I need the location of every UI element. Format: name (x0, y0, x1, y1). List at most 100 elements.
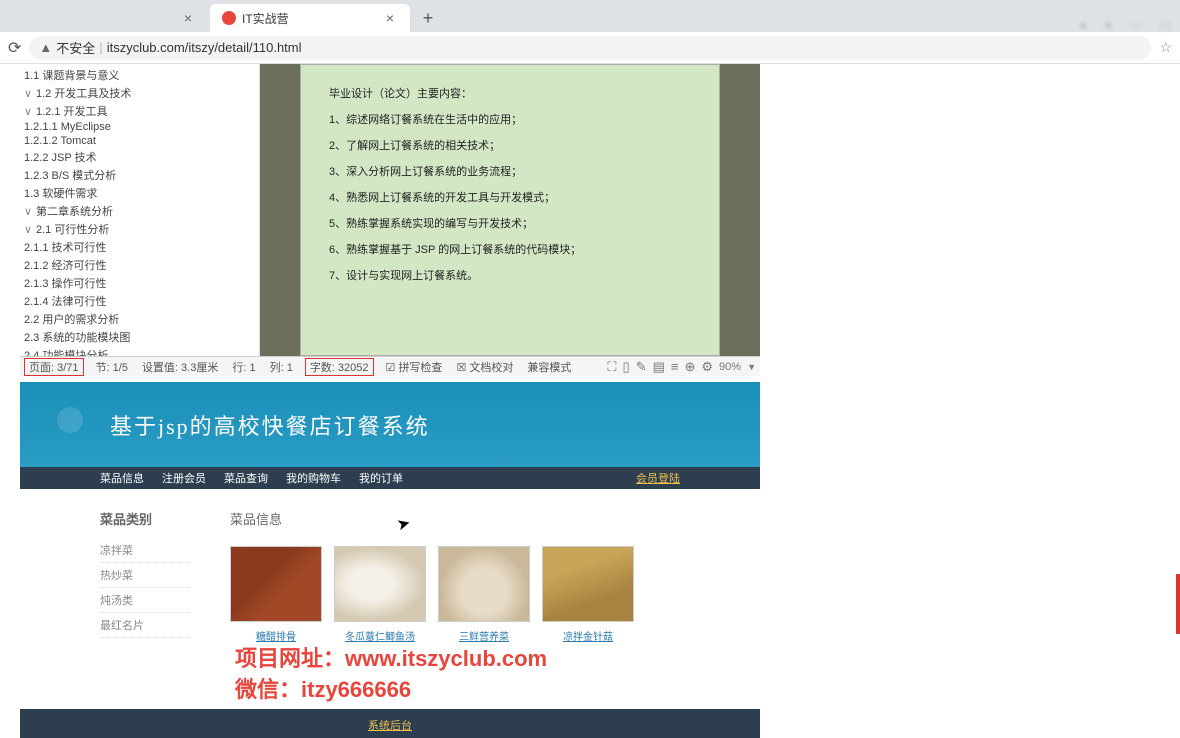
outline-item[interactable]: ∨2.1 可行性分析 (20, 220, 259, 238)
outline-label: 2.1.1 技术可行性 (24, 242, 107, 254)
page-content: 1.1 课题背景与意义∨1.2 开发工具及技术∨1.2.1 开发工具1.2.1.… (0, 64, 1180, 738)
tab-title: IT实战营 (242, 10, 289, 27)
close-icon[interactable]: × (382, 10, 398, 26)
outline-item[interactable]: 1.2.3 B/S 模式分析 (20, 166, 259, 184)
separator: | (99, 40, 102, 55)
control-icon[interactable]: ● (1080, 18, 1087, 32)
maximize-icon[interactable]: ◻ (1160, 18, 1170, 32)
admin-link[interactable]: 系统后台 (368, 717, 412, 733)
outline-label: 2.4 功能模块分析 (24, 350, 108, 356)
document-area[interactable]: 毕业设计（论文）主要内容： 1、综述网络订餐系统在生活中的应用； 2、了解网上订餐系… (260, 64, 760, 356)
category-title: 菜品类别 (100, 509, 190, 528)
tab-favicon-icon (222, 11, 236, 25)
col-indicator: 列: 1 (268, 359, 295, 375)
view-icon[interactable]: ▯ (623, 359, 630, 375)
tab-active[interactable]: IT实战营 × (210, 4, 410, 32)
food-link[interactable]: 冬瓜薏仁鲫鱼汤 (334, 628, 426, 643)
nav-link[interactable]: 菜品查询 (224, 470, 268, 486)
settings-icon[interactable]: ⚙ (701, 359, 713, 375)
nav-link[interactable]: 我的订单 (359, 470, 403, 486)
outline-item[interactable]: 1.2.1.2 Tomcat (20, 134, 259, 148)
food-link[interactable]: 凉拌金针菇 (542, 628, 634, 643)
outline-item[interactable]: 2.3 系统的功能模块图 (20, 328, 259, 346)
outline-item[interactable]: 2.1.4 法律可行性 (20, 292, 259, 310)
fullscreen-icon[interactable]: ⛶ (607, 359, 616, 375)
nav-link[interactable]: 菜品信息 (100, 470, 144, 486)
control-icon[interactable]: ● (1105, 18, 1112, 32)
layout-icon[interactable]: ≡ (671, 359, 679, 374)
edit-icon[interactable]: ✎ (636, 359, 647, 375)
outline-item[interactable]: 1.3 软硬件需求 (20, 184, 259, 202)
food-image[interactable] (230, 546, 322, 622)
site-banner: 基于jsp的高校快餐店订餐系统 (20, 382, 760, 467)
proofread[interactable]: ☒ 文档校对 (454, 359, 515, 375)
web-icon[interactable]: ⊕ (684, 359, 695, 375)
site-main: 项目网址：www.itszyclub.com 微信：itzy666666 菜品类… (20, 489, 760, 709)
website-preview: 基于jsp的高校快餐店订餐系统 菜品信息 注册会员 菜品查询 我的购物车 我的订单 会员登… (20, 382, 760, 738)
outline-item[interactable]: 2.2 用户的需求分析 (20, 310, 259, 328)
status-bar: 页面: 3/71 节: 1/5 设置值: 3.3厘米 行: 1 列: 1 字数:… (20, 356, 760, 376)
site-title: 基于jsp的高校快餐店订餐系统 (110, 409, 430, 441)
url-text: itszyclub.com/itszy/detail/110.html (107, 40, 302, 55)
outline-item[interactable]: 1.1 课题背景与意义 (20, 66, 259, 84)
zoom-level[interactable]: 90% (719, 361, 741, 373)
section-indicator: 节: 1/5 (94, 359, 130, 375)
outline-item[interactable]: 2.1.3 操作可行性 (20, 274, 259, 292)
outline-label: 2.2 用户的需求分析 (24, 314, 119, 326)
doc-line: 2、了解网上订餐系统的相关技术； (329, 135, 691, 157)
foods-section: 菜品信息 糖醋排骨冬瓜薏仁鲫鱼汤三鲜营养菜凉拌金针菇 (230, 509, 680, 679)
outline-label: 1.2.2 JSP 技术 (24, 152, 97, 164)
outline-panel[interactable]: 1.1 课题背景与意义∨1.2 开发工具及技术∨1.2.1 开发工具1.2.1.… (20, 64, 260, 356)
food-card: 三鲜营养菜 (438, 546, 530, 643)
outline-label: 1.2.1 开发工具 (36, 106, 108, 118)
doc-line: 1、综述网络订餐系统在生活中的应用； (329, 109, 691, 131)
new-tab-button[interactable]: + (416, 6, 440, 30)
outline-item[interactable]: 1.2.2 JSP 技术 (20, 148, 259, 166)
minimize-icon[interactable]: — (1130, 18, 1142, 32)
document-page: 毕业设计（论文）主要内容： 1、综述网络订餐系统在生活中的应用； 2、了解网上订餐系… (300, 64, 720, 356)
tab-inactive[interactable]: × (8, 4, 208, 32)
food-image[interactable] (542, 546, 634, 622)
outline-item[interactable]: 2.1.2 经济可行性 (20, 256, 259, 274)
outline-item[interactable]: 2.1.1 技术可行性 (20, 238, 259, 256)
doc-line: 毕业设计（论文）主要内容： (329, 83, 691, 105)
outline-label: 1.2.1.1 MyEclipse (24, 121, 111, 133)
outline-item[interactable]: 1.2.1.1 MyEclipse (20, 120, 259, 134)
category-item[interactable]: 热炒菜 (100, 563, 190, 588)
outline-item[interactable]: 2.4 功能模块分析 (20, 346, 259, 356)
chevron-down-icon[interactable]: ∨ (24, 223, 34, 236)
doc-line: 3、深入分析网上订餐系统的业务流程； (329, 161, 691, 183)
chevron-down-icon[interactable]: ∨ (24, 105, 34, 118)
outline-label: 2.3 系统的功能模块图 (24, 332, 130, 344)
food-link[interactable]: 糖醋排骨 (230, 628, 322, 643)
window-controls: ● ● — ◻ (1080, 18, 1180, 32)
outline-item[interactable]: ∨第二章系统分析 (20, 202, 259, 220)
word-count[interactable]: 字数: 32052 (305, 358, 374, 376)
outline-item[interactable]: ∨1.2.1 开发工具 (20, 102, 259, 120)
outline-label: 1.2 开发工具及技术 (36, 88, 131, 100)
food-image[interactable] (438, 546, 530, 622)
category-item[interactable]: 最红名片 (100, 613, 190, 638)
category-item[interactable]: 炖汤类 (100, 588, 190, 613)
refresh-icon[interactable]: ⟳ (8, 38, 21, 58)
food-image[interactable] (334, 546, 426, 622)
star-icon[interactable]: ☆ (1159, 39, 1172, 56)
outline-label: 1.2.1.2 Tomcat (24, 135, 96, 147)
chevron-down-icon[interactable]: ∨ (24, 87, 34, 100)
food-link[interactable]: 三鲜营养菜 (438, 628, 530, 643)
url-field[interactable]: ▲ 不安全 | itszyclub.com/itszy/detail/110.h… (29, 36, 1151, 60)
login-link[interactable]: 会员登陆 (636, 470, 680, 486)
food-card: 冬瓜薏仁鲫鱼汤 (334, 546, 426, 643)
nav-link[interactable]: 我的购物车 (286, 470, 341, 486)
outline-icon[interactable]: ▤ (653, 359, 665, 375)
category-item[interactable]: 凉拌菜 (100, 538, 190, 563)
wps-editor: 1.1 课题背景与意义∨1.2 开发工具及技术∨1.2.1 开发工具1.2.1.… (20, 64, 760, 376)
spell-check[interactable]: ☑ 拼写检查 (384, 359, 445, 375)
chevron-down-icon[interactable]: ▼ (747, 362, 756, 372)
outline-item[interactable]: ∨1.2 开发工具及技术 (20, 84, 259, 102)
chevron-down-icon[interactable]: ∨ (24, 205, 34, 218)
address-bar: ⟳ ▲ 不安全 | itszyclub.com/itszy/detail/110… (0, 32, 1180, 64)
close-icon[interactable]: × (180, 10, 196, 26)
page-indicator[interactable]: 页面: 3/71 (24, 358, 84, 376)
nav-link[interactable]: 注册会员 (162, 470, 206, 486)
